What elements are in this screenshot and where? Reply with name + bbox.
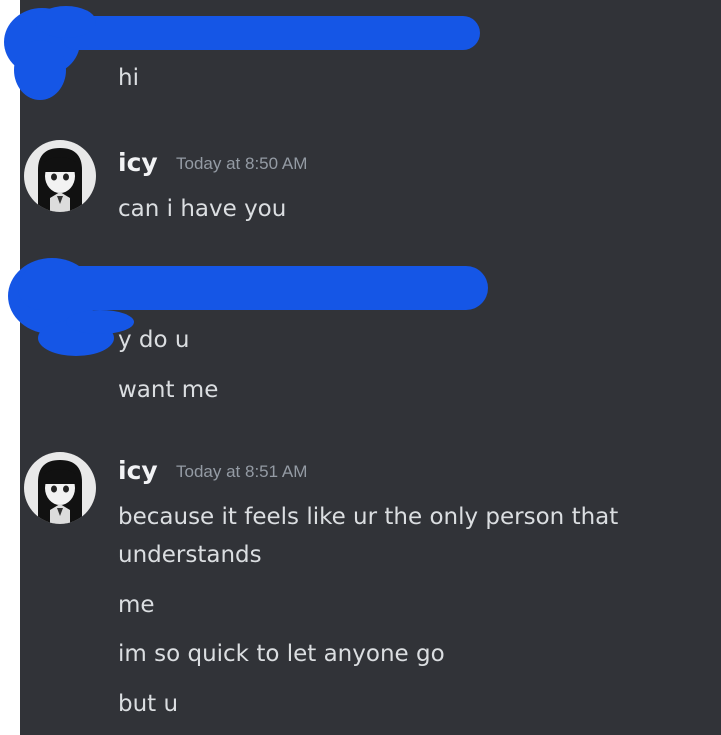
redaction-scribble-2 [8,258,488,356]
redaction-scribble-overlay [4,6,488,356]
redaction-scribble-1 [4,6,480,100]
